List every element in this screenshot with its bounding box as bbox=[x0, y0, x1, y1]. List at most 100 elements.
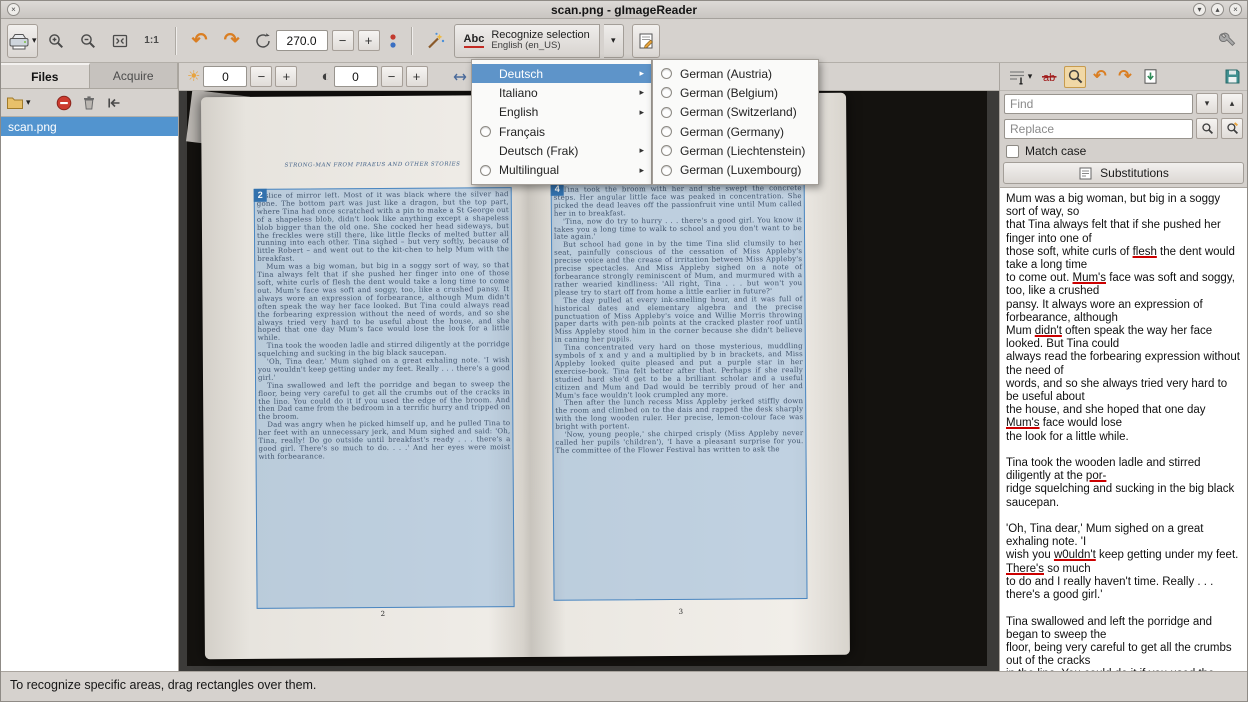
rotation-decrease-button[interactable]: − bbox=[332, 30, 354, 51]
remove-image-button[interactable] bbox=[54, 92, 74, 114]
scanner-icon bbox=[8, 31, 30, 51]
file-list: scan.png bbox=[1, 117, 178, 671]
window-controls: ▾ ▴ × bbox=[1193, 3, 1242, 16]
delete-image-button[interactable] bbox=[79, 92, 99, 114]
rotation-increase-button[interactable]: + bbox=[358, 30, 380, 51]
export-button[interactable] bbox=[1139, 66, 1161, 88]
rotate-left-icon: ↶ bbox=[192, 31, 208, 50]
resolution-icon bbox=[452, 69, 468, 85]
menu-item-english[interactable]: English ▸ bbox=[472, 103, 651, 122]
menu-item-francais[interactable]: Français bbox=[472, 122, 651, 141]
menu-item-german-switzerland[interactable]: German (Switzerland) bbox=[653, 103, 818, 122]
menu-item-german-belgium[interactable]: German (Belgium) bbox=[653, 83, 818, 102]
rotate-left-button[interactable]: ↶ bbox=[186, 26, 214, 56]
window-minimize-icon[interactable]: ▾ bbox=[1193, 3, 1206, 16]
contrast-increase-button[interactable]: + bbox=[406, 66, 428, 87]
menu-item-deutsch[interactable]: Deutsch ▸ bbox=[472, 64, 651, 83]
menu-item-german-germany[interactable]: German (Germany) bbox=[653, 122, 818, 141]
tab-files[interactable]: Files bbox=[1, 63, 90, 88]
match-case-checkbox[interactable] bbox=[1006, 145, 1019, 158]
add-images-button[interactable]: ▾ bbox=[6, 92, 31, 114]
separator bbox=[175, 27, 177, 55]
recognize-language-label: English (en_US) bbox=[491, 41, 560, 52]
submenu-arrow-icon: ▸ bbox=[639, 68, 644, 79]
ocr-output-text[interactable]: Mum was a big woman, but big in a soggy … bbox=[1000, 187, 1247, 671]
clear-list-button[interactable] bbox=[104, 92, 124, 114]
selection-rectangle[interactable]: 4 bbox=[551, 181, 808, 601]
match-case-label: Match case bbox=[1025, 144, 1086, 158]
autodetect-layout-button[interactable] bbox=[422, 26, 450, 56]
contrast-decrease-button[interactable]: − bbox=[381, 66, 403, 87]
brightness-input[interactable]: 0 bbox=[203, 66, 247, 87]
contrast-icon: ◐ bbox=[321, 69, 330, 84]
statusbar: To recognize specific areas, drag rectan… bbox=[1, 671, 1247, 701]
zoom-original-button[interactable]: 1:1 bbox=[138, 26, 166, 56]
submenu-arrow-icon: ▸ bbox=[639, 107, 644, 118]
file-row[interactable]: scan.png bbox=[1, 117, 178, 136]
right-page-number: 3 bbox=[679, 608, 684, 616]
source-tabs: Files Acquire bbox=[1, 63, 178, 89]
replace-button[interactable] bbox=[1196, 118, 1218, 139]
window-menu-icon[interactable]: × bbox=[7, 3, 20, 16]
replace-row bbox=[1000, 116, 1247, 141]
redo-button[interactable]: ↷ bbox=[1114, 66, 1136, 88]
brightness-icon: ☀ bbox=[187, 69, 200, 84]
brightness-decrease-button[interactable]: − bbox=[250, 66, 272, 87]
find-previous-button[interactable]: ▴ bbox=[1221, 93, 1243, 114]
radio-icon bbox=[659, 107, 674, 118]
find-next-button[interactable]: ▾ bbox=[1196, 93, 1218, 114]
contrast-input[interactable]: 0 bbox=[334, 66, 378, 87]
files-toolbar: ▾ bbox=[1, 89, 178, 117]
recognize-labels: Recognize selection English (en_US) bbox=[491, 29, 589, 53]
selection-badge[interactable]: 2 bbox=[254, 189, 267, 202]
chevron-down-icon: ▾ bbox=[32, 35, 37, 46]
window-maximize-icon[interactable]: ▴ bbox=[1211, 3, 1224, 16]
german-variants-submenu: German (Austria) German (Belgium) German… bbox=[652, 59, 819, 185]
clear-left-arrow-icon bbox=[106, 95, 122, 111]
replace-text-icon: ab bbox=[1041, 69, 1059, 85]
zoom-out-button[interactable] bbox=[74, 26, 102, 56]
output-pane-icon bbox=[637, 32, 655, 50]
replace-input[interactable] bbox=[1004, 119, 1193, 139]
rotate-right-button[interactable]: ↷ bbox=[218, 26, 246, 56]
brightness-increase-button[interactable]: + bbox=[275, 66, 297, 87]
menu-item-german-austria[interactable]: German (Austria) bbox=[653, 64, 818, 83]
zoom-original-icon: 1:1 bbox=[144, 35, 158, 46]
rotation-angle-input[interactable]: 270.0 bbox=[276, 30, 328, 51]
substitution-mode-button[interactable]: ab bbox=[1039, 66, 1061, 88]
undo-button[interactable]: ↶ bbox=[1089, 66, 1111, 88]
svg-text:ab: ab bbox=[1043, 72, 1055, 84]
recognize-selection-button[interactable]: Abc Recognize selection English (en_US) bbox=[454, 24, 600, 58]
rotate-mode-button[interactable] bbox=[384, 26, 402, 56]
tab-acquire[interactable]: Acquire bbox=[90, 63, 179, 88]
menu-item-german-liechtenstein[interactable]: German (Liechtenstein) bbox=[653, 141, 818, 160]
submenu-arrow-icon: ▸ bbox=[639, 145, 644, 156]
menu-item-deutsch-frak[interactable]: Deutsch (Frak) ▸ bbox=[472, 141, 651, 160]
settings-button[interactable] bbox=[1213, 26, 1241, 56]
recognize-language-dropdown-button[interactable]: ▾ bbox=[604, 24, 624, 58]
zoom-fit-button[interactable] bbox=[106, 26, 134, 56]
save-output-button[interactable] bbox=[1221, 66, 1243, 88]
zoom-in-button[interactable] bbox=[42, 26, 70, 56]
find-replace-toggle-button[interactable] bbox=[1064, 66, 1086, 88]
menu-item-multilingual[interactable]: Multilingual ▸ bbox=[472, 160, 651, 179]
selection-rectangle[interactable]: 2 bbox=[254, 187, 515, 609]
find-input[interactable] bbox=[1004, 94, 1193, 114]
open-image-button[interactable]: ▾ bbox=[7, 24, 38, 58]
output-panel: ▾ ab bbox=[999, 63, 1247, 671]
language-menu: Deutsch ▸ Italiano ▸ English ▸ Français … bbox=[471, 59, 652, 185]
substitutions-button[interactable]: Substitutions bbox=[1003, 162, 1244, 184]
zoom-fit-icon bbox=[111, 32, 129, 50]
submenu-arrow-icon: ▸ bbox=[639, 165, 644, 176]
window-close-icon[interactable]: × bbox=[1229, 3, 1242, 16]
substitutions-label: Substitutions bbox=[1100, 166, 1169, 180]
trash-icon bbox=[81, 95, 97, 111]
remove-circle-icon bbox=[56, 95, 72, 111]
menu-item-german-luxembourg[interactable]: German (Luxembourg) bbox=[653, 160, 818, 179]
replace-all-button[interactable] bbox=[1221, 118, 1243, 139]
toggle-output-pane-button[interactable] bbox=[632, 24, 660, 58]
menu-item-italiano[interactable]: Italiano ▸ bbox=[472, 83, 651, 102]
insert-mode-button[interactable]: ▾ bbox=[1004, 66, 1036, 88]
wrench-icon bbox=[1217, 31, 1237, 51]
radio-icon bbox=[659, 87, 674, 98]
